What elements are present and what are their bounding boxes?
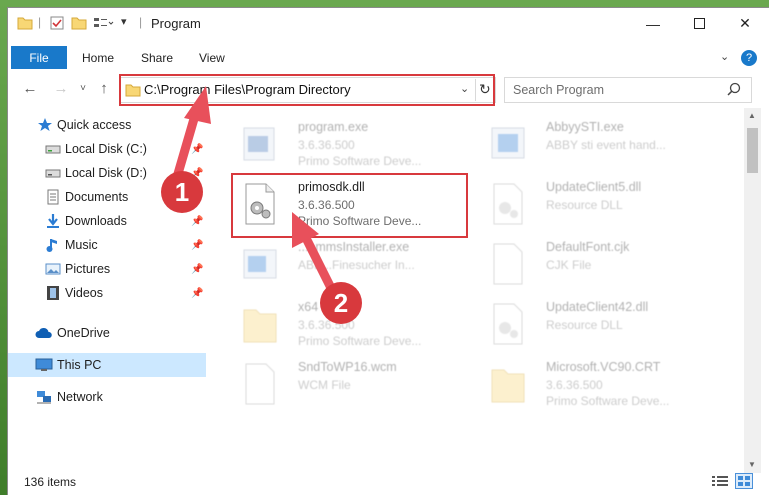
status-bar: 136 items: [8, 467, 769, 495]
annotation-arrows: [170, 86, 339, 299]
scroll-up-icon[interactable]: ▲: [748, 111, 756, 120]
arrow-1-head: [184, 86, 211, 124]
vertical-scrollbar[interactable]: ▲ ▼: [744, 108, 761, 473]
tiles-view-icon[interactable]: [735, 473, 753, 489]
details-view-icon[interactable]: [712, 475, 728, 490]
file-explorer-window: | ▾ | Program — ✕ File Home Share View ⌄…: [8, 8, 769, 495]
step-badge-2: 2: [320, 282, 362, 324]
scrollbar-thumb[interactable]: [747, 128, 758, 173]
step-badge-1: 1: [161, 171, 203, 213]
item-count: 136 items: [24, 475, 77, 489]
